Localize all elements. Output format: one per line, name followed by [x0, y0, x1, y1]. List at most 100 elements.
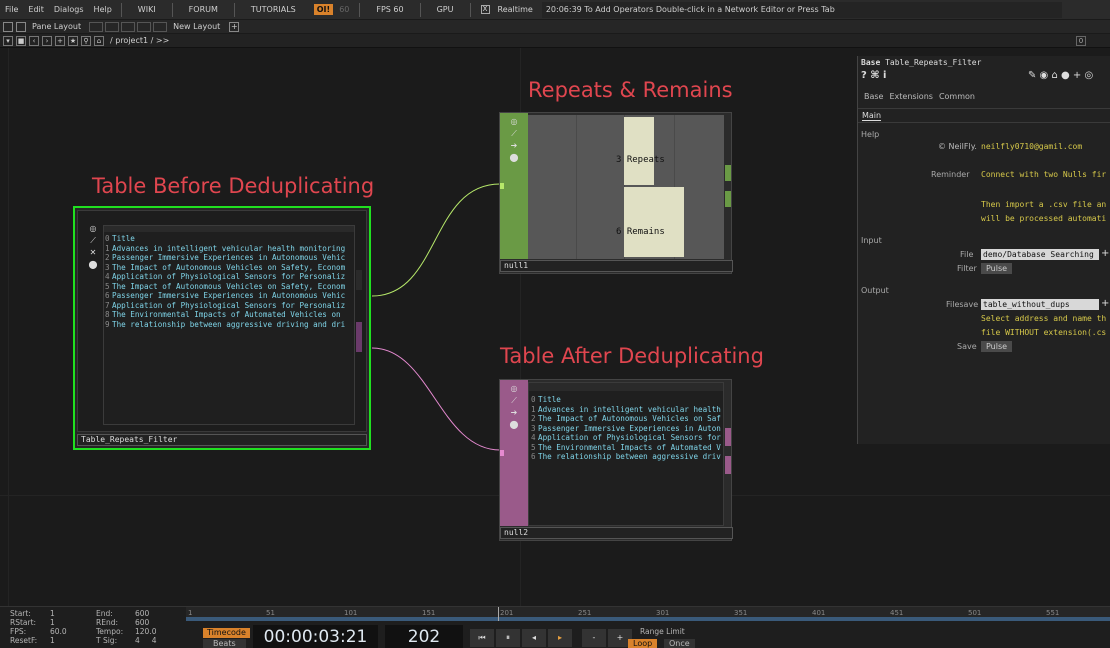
table-row[interactable]: 7 Application of Physiological Sensors fo… [105, 301, 354, 311]
node-label[interactable]: Table_Repeats_Filter [77, 434, 367, 446]
table-row[interactable]: 2 Passenger Immersive Experiences in Auto… [105, 253, 354, 263]
minus-button[interactable]: - [582, 629, 606, 647]
viewer-icon[interactable]: ◎ [88, 224, 98, 234]
arrow-icon[interactable]: ➔ [509, 141, 519, 151]
filesave-field[interactable]: table_without_dups [981, 299, 1099, 310]
timecode-toggle[interactable]: Timecode [203, 628, 250, 638]
input-connector[interactable] [500, 450, 504, 456]
table-row[interactable]: 4 Application of Physiological Sensors fo… [105, 272, 354, 282]
bypass-icon[interactable]: ⟋ [509, 129, 519, 139]
breadcrumb[interactable]: / project1 / >> [104, 36, 169, 45]
reset-value[interactable]: 1 [50, 636, 55, 645]
table-row[interactable]: 6 The relationship between aggressive dri… [531, 452, 723, 462]
gpu-button[interactable]: GPU [425, 5, 466, 14]
tab-extensions[interactable]: Extensions [889, 92, 932, 101]
tempo-value[interactable]: 120.0 [135, 627, 156, 636]
playhead[interactable] [498, 607, 499, 621]
table-row[interactable]: 5 The Impact of Autonomous Vehicles on Sa… [105, 282, 354, 292]
star-icon[interactable]: ★ [68, 35, 78, 46]
rstart-value[interactable]: 1 [50, 618, 55, 627]
table-row[interactable]: 4 Application of Physiological Sensors fo… [531, 433, 723, 443]
op-name[interactable]: Table_Repeats_Filter [885, 58, 981, 67]
pause-button[interactable]: ⏸ [496, 629, 520, 647]
dropdown-icon[interactable]: ▾ [3, 35, 13, 46]
step-back-button[interactable]: ◂ [522, 629, 546, 647]
zero-button[interactable]: 0 [1076, 35, 1086, 46]
clone-icon[interactable]: ⬤ [88, 260, 98, 270]
param-tools-icon[interactable]: ✎ ◉ ⌂ ● + ◎ [1028, 70, 1093, 81]
oit-badge[interactable]: OI! [313, 4, 334, 15]
table-row[interactable]: 0 Title [531, 395, 723, 405]
forward-icon[interactable]: › [42, 35, 52, 46]
clone-icon[interactable]: ⬤ [509, 153, 519, 163]
once-button[interactable]: Once [664, 639, 695, 648]
arrow-icon[interactable]: ➔ [509, 408, 519, 418]
search-icon[interactable]: ⚲ [81, 35, 91, 46]
table-row[interactable]: 5 The Environmental Impacts of Automated … [531, 443, 723, 453]
table-row[interactable]: 6 Passenger Immersive Experiences in Auto… [105, 291, 354, 301]
fps-value[interactable]: 60.0 [50, 627, 67, 636]
table-row[interactable]: 9 The relationship between aggressive dri… [105, 320, 354, 330]
back-icon[interactable]: ‹ [29, 35, 39, 46]
wiki-button[interactable]: WIKI [126, 5, 168, 14]
file-field[interactable]: demo/Database Searching [981, 249, 1099, 260]
realtime-checkbox[interactable]: X [480, 5, 490, 14]
output-connector[interactable] [356, 322, 362, 352]
stop-icon[interactable]: ■ [16, 35, 26, 46]
layout-5-icon[interactable] [153, 21, 168, 32]
table-row[interactable]: 3 Passenger Immersive Experiences in Auto… [531, 424, 723, 434]
beats-toggle[interactable]: Beats [203, 639, 246, 648]
node-null2[interactable]: ◎ ⟋ ➔ ⬤ 0 Title 1 Advances in intelligent v… [499, 379, 733, 541]
menu-dialogs[interactable]: Dialogs [49, 5, 89, 14]
help-icon[interactable]: ? ⌘ i [861, 70, 886, 81]
table-row[interactable]: 2 The Impact of Autonomous Vehicles on Sa… [531, 414, 723, 424]
menu-help[interactable]: Help [89, 5, 117, 14]
table-viewer[interactable]: 0 Title 1 Advances in intelligent vehicular… [103, 225, 355, 425]
rend-value[interactable]: 600 [135, 618, 149, 627]
table-row[interactable]: 3 The Impact of Autonomous Vehicles on Sa… [105, 263, 354, 273]
viewer-icon[interactable]: ◎ [509, 384, 519, 394]
menu-edit[interactable]: Edit [23, 5, 49, 14]
input-connector[interactable] [500, 183, 504, 189]
loop-button[interactable]: Loop [628, 639, 658, 648]
layout-2-icon[interactable] [105, 21, 120, 32]
play-button[interactable]: ▸ [548, 629, 572, 647]
table-viewer[interactable]: 0 Title 1 Advances in intelligent vehicular… [528, 382, 724, 526]
clone-icon[interactable]: ⬤ [509, 420, 519, 430]
tsig-value[interactable]: 4 4 [135, 636, 156, 645]
add-layout-button[interactable]: + [229, 21, 240, 32]
close-icon[interactable]: ✕ [88, 248, 98, 258]
table-row[interactable]: 1 Advances in intelligent vehicular healt… [105, 244, 354, 254]
tab-common[interactable]: Common [939, 92, 975, 101]
frame-display[interactable]: 202 [385, 625, 463, 648]
save-pulse-button[interactable]: Pulse [981, 341, 1013, 352]
add-file-icon[interactable]: + [1101, 248, 1109, 259]
table-row[interactable]: 1 Advances in intelligent vehicular healt… [531, 405, 723, 415]
start-value[interactable]: 1 [50, 609, 55, 618]
new-layout-label[interactable]: New Layout [167, 22, 226, 31]
filter-pulse-button[interactable]: Pulse [981, 263, 1013, 274]
layout-3-icon[interactable] [121, 21, 136, 32]
node-null1[interactable]: ◎ ⟋ ➔ ⬤ 3 Repeats 6 Remains null1 [499, 112, 733, 274]
add-filesave-icon[interactable]: + [1101, 298, 1109, 309]
output-connector[interactable] [356, 270, 362, 290]
timecode-display[interactable]: 00:00:03:21 [253, 625, 378, 648]
tutorials-button[interactable]: TUTORIALS [239, 5, 308, 14]
node-table-repeats-filter[interactable]: ◎ ⟋ ✕ ⬤ 0 Title 1 Advances in intelligent v… [73, 206, 371, 450]
bypass-icon[interactable]: ⟋ [88, 236, 98, 246]
layout-1-icon[interactable] [89, 21, 104, 32]
bypass-icon[interactable]: ⟋ [509, 396, 519, 406]
tab-main[interactable]: Main [862, 111, 882, 121]
pane-import-icon[interactable] [16, 21, 26, 32]
home-icon[interactable]: ⌂ [94, 35, 104, 46]
node-label[interactable]: null2 [500, 527, 733, 539]
table-row[interactable]: 8 The Environmental Impacts of Automated … [105, 310, 354, 320]
layout-4-icon[interactable] [137, 21, 152, 32]
node-label[interactable]: null1 [500, 260, 733, 272]
table-viewer[interactable]: 3 Repeats 6 Remains [528, 115, 724, 259]
viewer-icon[interactable]: ◎ [509, 117, 519, 127]
menu-file[interactable]: File [0, 5, 23, 14]
add-icon[interactable]: + [55, 35, 65, 46]
table-row[interactable]: 0 Title [105, 234, 354, 244]
pane-split-icon[interactable] [3, 21, 13, 32]
